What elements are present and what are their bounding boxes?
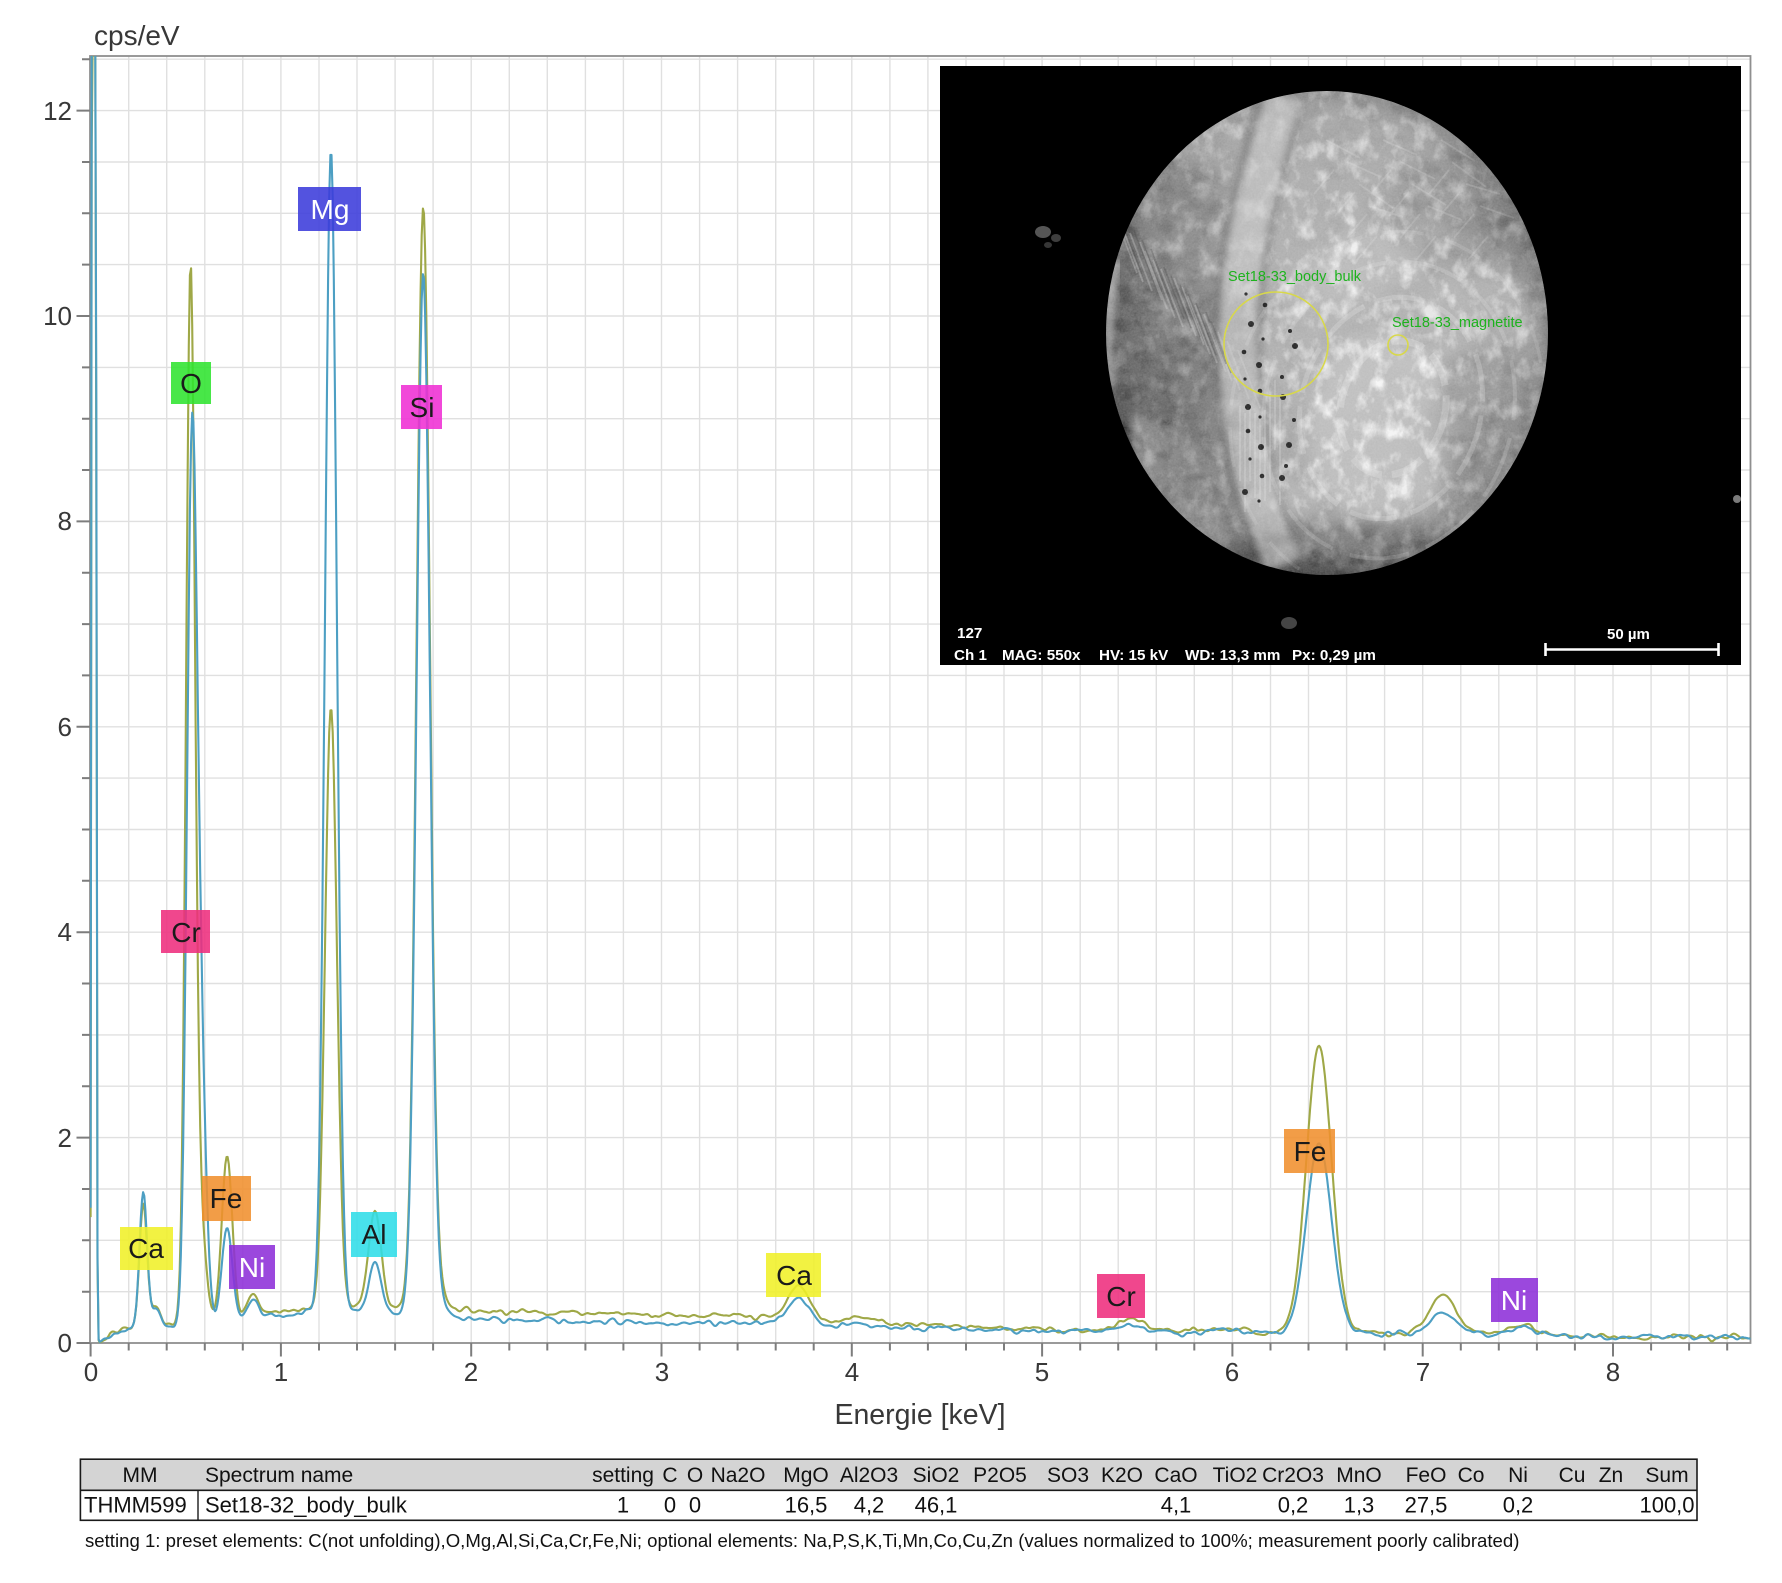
- svg-text:setting: setting: [592, 1464, 654, 1487]
- svg-text:Ni: Ni: [1508, 1464, 1528, 1487]
- svg-text:Cu: Cu: [1559, 1464, 1586, 1487]
- svg-text:2: 2: [464, 1357, 478, 1387]
- svg-text:16,5: 16,5: [785, 1493, 828, 1518]
- svg-text:Ni: Ni: [1501, 1285, 1527, 1316]
- svg-text:Px: 0,29 µm: Px: 0,29 µm: [1292, 647, 1376, 664]
- svg-text:Sum: Sum: [1645, 1464, 1688, 1487]
- svg-text:O: O: [687, 1464, 703, 1487]
- svg-text:7: 7: [1416, 1357, 1430, 1387]
- svg-text:SO3: SO3: [1047, 1464, 1089, 1487]
- svg-text:cps/eV: cps/eV: [94, 20, 180, 51]
- svg-text:100,0: 100,0: [1639, 1493, 1694, 1518]
- svg-text:12: 12: [43, 96, 72, 126]
- svg-text:Spectrum name: Spectrum name: [205, 1464, 353, 1487]
- svg-text:setting 1: preset elements: C(: setting 1: preset elements: C(not unfold…: [85, 1530, 1519, 1551]
- svg-text:MnO: MnO: [1336, 1464, 1382, 1487]
- svg-text:2: 2: [58, 1123, 72, 1153]
- svg-text:Ch 1: Ch 1: [954, 647, 987, 664]
- svg-text:Fe: Fe: [1294, 1136, 1327, 1167]
- svg-text:SiO2: SiO2: [913, 1464, 960, 1487]
- svg-text:Al2O3: Al2O3: [840, 1464, 898, 1487]
- svg-text:THMM599: THMM599: [84, 1493, 187, 1518]
- svg-text:FeO: FeO: [1406, 1464, 1447, 1487]
- svg-text:0: 0: [664, 1493, 676, 1518]
- svg-text:0,2: 0,2: [1278, 1493, 1309, 1518]
- svg-text:6: 6: [58, 712, 72, 742]
- svg-text:CaO: CaO: [1154, 1464, 1197, 1487]
- svg-text:WD: 13,3 mm: WD: 13,3 mm: [1185, 647, 1280, 664]
- svg-text:1: 1: [617, 1493, 629, 1518]
- svg-text:MM: MM: [123, 1464, 158, 1487]
- svg-text:0,2: 0,2: [1503, 1493, 1534, 1518]
- svg-text:P2O5: P2O5: [973, 1464, 1027, 1487]
- svg-text:Set18-33_body_bulk: Set18-33_body_bulk: [1228, 269, 1362, 285]
- svg-text:8: 8: [58, 506, 72, 536]
- svg-text:Co: Co: [1458, 1464, 1485, 1487]
- svg-text:Ca: Ca: [128, 1233, 164, 1264]
- svg-text:0: 0: [84, 1357, 98, 1387]
- svg-text:46,1: 46,1: [915, 1493, 958, 1518]
- svg-text:Mg: Mg: [311, 194, 350, 225]
- svg-text:4: 4: [58, 917, 72, 947]
- svg-text:O: O: [180, 368, 202, 399]
- svg-text:Ca: Ca: [776, 1260, 812, 1291]
- svg-text:Fe: Fe: [210, 1183, 243, 1214]
- svg-text:3: 3: [655, 1357, 669, 1387]
- svg-text:Cr2O3: Cr2O3: [1262, 1464, 1324, 1487]
- svg-text:Cr: Cr: [1106, 1281, 1136, 1312]
- svg-text:Zn: Zn: [1599, 1464, 1624, 1487]
- svg-text:K2O: K2O: [1101, 1464, 1143, 1487]
- svg-text:Cr: Cr: [171, 917, 201, 948]
- svg-text:1: 1: [274, 1357, 288, 1387]
- svg-text:Ni: Ni: [239, 1252, 265, 1283]
- svg-text:TiO2: TiO2: [1213, 1464, 1258, 1487]
- svg-text:10: 10: [43, 301, 72, 331]
- svg-text:Set18-32_body_bulk: Set18-32_body_bulk: [205, 1493, 408, 1518]
- svg-text:Al: Al: [362, 1219, 387, 1250]
- svg-text:HV: 15 kV: HV: 15 kV: [1099, 647, 1169, 664]
- svg-text:6: 6: [1225, 1357, 1239, 1387]
- svg-text:Si: Si: [410, 392, 435, 423]
- svg-text:MAG: 550x: MAG: 550x: [1002, 647, 1081, 664]
- svg-text:Set18-33_magnetite: Set18-33_magnetite: [1392, 315, 1523, 331]
- svg-text:4: 4: [845, 1357, 859, 1387]
- svg-text:4,2: 4,2: [854, 1493, 885, 1518]
- svg-text:0: 0: [58, 1328, 72, 1358]
- svg-text:Na2O: Na2O: [711, 1464, 766, 1487]
- svg-text:MgO: MgO: [783, 1464, 829, 1487]
- svg-text:127: 127: [957, 625, 982, 642]
- svg-text:27,5: 27,5: [1405, 1493, 1448, 1518]
- svg-text:8: 8: [1606, 1357, 1620, 1387]
- svg-text:Energie [keV]: Energie [keV]: [834, 1399, 1005, 1431]
- svg-text:4,1: 4,1: [1161, 1493, 1192, 1518]
- svg-text:50 µm: 50 µm: [1607, 626, 1650, 643]
- svg-text:C: C: [662, 1464, 677, 1487]
- svg-text:5: 5: [1035, 1357, 1049, 1387]
- svg-text:0: 0: [689, 1493, 701, 1518]
- svg-text:1,3: 1,3: [1344, 1493, 1375, 1518]
